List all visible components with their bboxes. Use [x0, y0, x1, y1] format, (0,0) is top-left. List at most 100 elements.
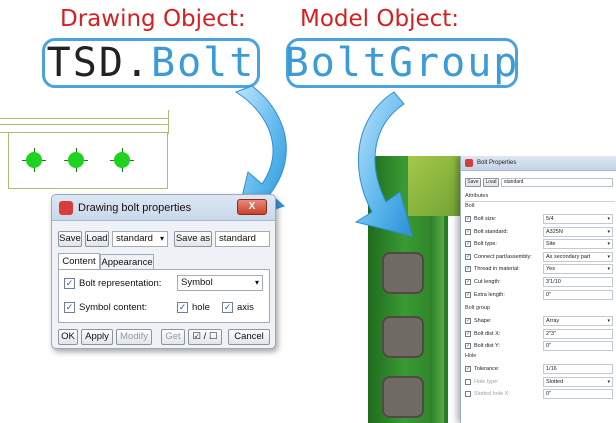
beam-line-top	[0, 118, 168, 119]
bolt-representation-select[interactable]: Symbol ▾	[177, 275, 263, 291]
chevron-down-icon: ▾	[607, 241, 610, 248]
property-select[interactable]: Yes ▾	[543, 264, 613, 275]
tab-content[interactable]: Content	[58, 253, 100, 270]
property-label: Slotted hole X:	[474, 391, 510, 398]
load-preset-select[interactable]: standard ▾	[112, 231, 168, 247]
property-label: Connect part/assembly:	[474, 253, 532, 260]
bolt-representation-label: Bolt representation:	[79, 278, 162, 289]
property-label: Bolt dist X:	[474, 330, 501, 337]
bolt-symbol[interactable]	[26, 152, 42, 168]
property-label: Tolerance:	[474, 366, 500, 372]
apply-button[interactable]: Apply	[81, 329, 113, 345]
property-checkbox[interactable]	[465, 391, 471, 398]
property-select[interactable]: Slotted ▾	[543, 376, 613, 387]
property-label: Hole type:	[474, 378, 499, 385]
property-checkbox[interactable]: ✓	[465, 343, 471, 350]
property-checkbox[interactable]: ✓	[465, 330, 471, 337]
chevron-down-icon: ▾	[607, 266, 610, 273]
drawing-bolt-properties-dialog: Drawing bolt properties X Save Load stan…	[51, 194, 276, 349]
toggle-all-button[interactable]: ☑ / ☐	[188, 329, 222, 345]
class-name-text: Bolt	[151, 40, 256, 86]
property-value: 1/16	[546, 366, 557, 372]
save-button[interactable]: Save	[465, 178, 481, 187]
property-label: Bolt type:	[474, 241, 497, 248]
property-checkbox[interactable]	[465, 378, 471, 385]
bolt-symbol[interactable]	[68, 152, 84, 168]
ok-button[interactable]: OK	[58, 329, 78, 345]
property-checkbox[interactable]: ✓	[465, 266, 471, 273]
property-checkbox[interactable]: ✓	[465, 241, 471, 248]
property-value: Slotted	[546, 378, 564, 385]
bolt-nut[interactable]	[382, 376, 424, 418]
property-select[interactable]: As secondary part ▾	[543, 251, 613, 262]
hole-checkbox[interactable]: ✓	[177, 302, 188, 313]
property-input[interactable]: 2"3"	[543, 328, 613, 339]
bolt-representation-value: Symbol	[181, 277, 213, 288]
bolt-nut[interactable]	[382, 316, 424, 358]
property-row: Hole type: Slotted ▾	[465, 376, 615, 389]
hole-label: hole	[192, 302, 210, 313]
modify-button[interactable]: Modify	[116, 329, 152, 345]
property-input[interactable]: 3'1/10	[543, 277, 613, 287]
property-checkbox[interactable]: ✓	[465, 253, 471, 260]
property-input[interactable]: 0"	[543, 289, 613, 300]
property-label: Bolt standard:	[474, 228, 508, 235]
content-panel: ✓ Bolt representation: Symbol ▾ ✓ Symbol…	[58, 269, 270, 323]
bolt-representation-checkbox[interactable]: ✓	[64, 278, 75, 289]
app-icon	[59, 201, 73, 215]
drawing-class-box: TSD. Bolt	[42, 38, 260, 88]
section-bolt: Bolt	[465, 203, 475, 209]
property-row: ✓ Bolt dist X: 2"3"	[465, 328, 615, 341]
model-object-heading: Model Object:	[300, 6, 460, 32]
chevron-down-icon: ▾	[607, 228, 610, 235]
property-checkbox[interactable]: ✓	[465, 279, 471, 285]
property-checkbox[interactable]: ✓	[465, 228, 471, 235]
bolt-nut[interactable]	[382, 252, 424, 294]
property-select[interactable]: 5/4 ▾	[543, 214, 613, 224]
beam-line-2	[0, 124, 168, 125]
property-label: Bolt size:	[474, 216, 497, 222]
property-value: 0"	[546, 391, 552, 398]
get-button[interactable]: Get	[161, 329, 185, 345]
bolt-symbol[interactable]	[114, 152, 130, 168]
section-divider	[465, 201, 615, 202]
property-label: Shape:	[474, 318, 492, 324]
property-checkbox[interactable]: ✓	[465, 291, 471, 298]
property-row: ✓ Bolt size: 5/4 ▾	[465, 214, 615, 226]
load-preset-field[interactable]: standard	[501, 178, 613, 187]
property-value: Array	[546, 318, 560, 324]
property-checkbox[interactable]: ✓	[465, 216, 471, 222]
chevron-down-icon: ▾	[607, 216, 610, 222]
close-button[interactable]: X	[237, 199, 267, 215]
save-as-field[interactable]: standard	[215, 231, 270, 247]
tab-appearance[interactable]: Appearance	[100, 254, 154, 270]
property-row: ✓ Extra length: 0"	[465, 289, 615, 302]
section-attributes: Attributes	[465, 193, 489, 199]
save-button[interactable]: Save	[58, 231, 82, 247]
property-row: ✓ Bolt standard: A325N ▾	[465, 226, 615, 239]
beam-line-3	[0, 132, 168, 133]
load-button[interactable]: Load	[483, 178, 499, 187]
plate-bottom-edge	[8, 188, 168, 189]
property-input[interactable]: 0"	[543, 341, 613, 352]
property-input[interactable]: 1/16	[543, 364, 613, 374]
property-select[interactable]: Site ▾	[543, 239, 613, 250]
property-select[interactable]: A325N ▾	[543, 226, 613, 237]
save-as-button[interactable]: Save as	[174, 231, 212, 247]
load-button[interactable]: Load	[85, 231, 109, 247]
property-select[interactable]: Array ▾	[543, 316, 613, 326]
steel-beam-flange	[408, 156, 468, 216]
cancel-button[interactable]: Cancel	[228, 329, 270, 345]
axis-checkbox[interactable]: ✓	[222, 302, 233, 313]
property-checkbox[interactable]: ✓	[465, 366, 471, 372]
property-row: ✓ Shape: Array ▾	[465, 316, 615, 328]
plate-left-edge	[8, 132, 9, 188]
model-view: Bolt Properties Save Load standard Attri…	[368, 156, 616, 423]
property-row: ✓ Bolt dist Y: 0"	[465, 341, 615, 353]
property-label: Extra length:	[474, 291, 505, 298]
property-input[interactable]: 0"	[543, 389, 613, 400]
property-value: Site	[546, 241, 556, 248]
property-value: As secondary part	[546, 253, 591, 260]
property-checkbox[interactable]: ✓	[465, 318, 471, 324]
symbol-content-checkbox[interactable]: ✓	[64, 302, 75, 313]
